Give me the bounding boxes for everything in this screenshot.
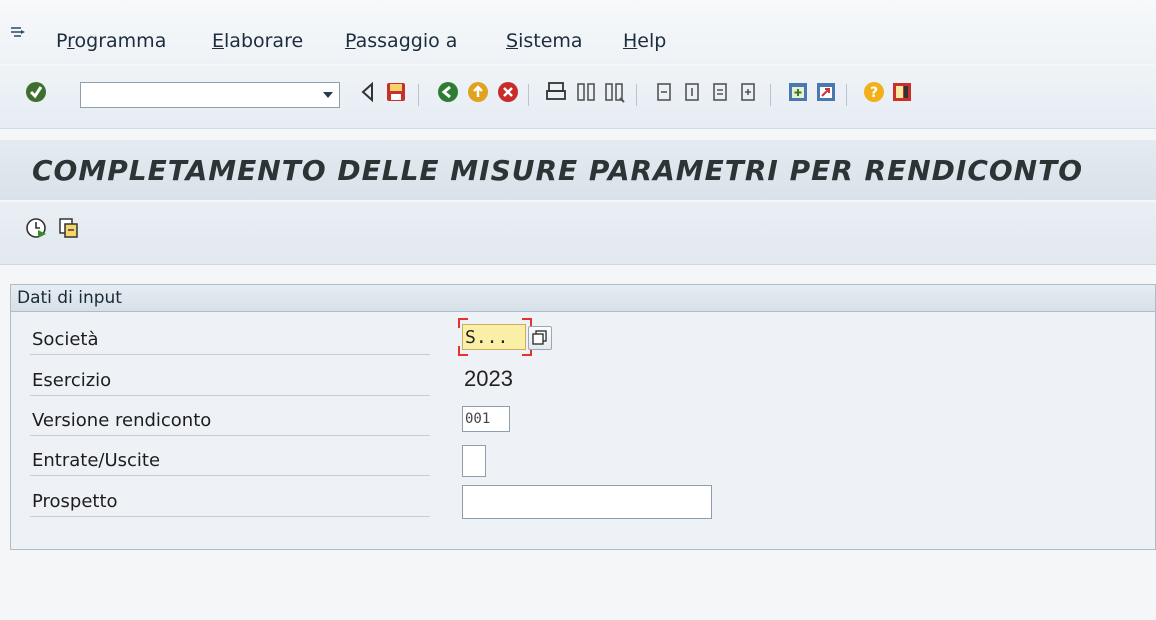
menu-passaggio-a[interactable]: Passaggio a [345,30,457,52]
toolbar-separator [418,84,419,106]
print-icon[interactable] [544,80,568,104]
label-prospetto: Prospetto [30,487,430,517]
menu-bar: Programma Elaborare Passaggio a Sistema … [0,0,1156,64]
group-header: Dati di input [11,285,1155,312]
page-title: COMPLETAMENTO DELLE MISURE PARAMETRI PER… [32,154,1084,187]
menu-help-label: Help [623,30,667,52]
menu-programma-label: Programma [56,30,167,52]
focus-corner [458,346,468,356]
label-entrate-uscite: Entrate/Uscite [30,446,430,476]
esercizio-field[interactable] [462,366,528,392]
menu-sistema[interactable]: Sistema [506,30,583,52]
find-icon[interactable] [574,80,598,104]
menu-help[interactable]: Help [623,30,666,52]
title-bar: COMPLETAMENTO DELLE MISURE PARAMETRI PER… [0,140,1156,200]
next-page-icon[interactable] [708,80,732,104]
back-triangle-icon[interactable] [356,80,380,104]
first-page-icon[interactable] [652,80,676,104]
help-icon[interactable]: ? [862,80,886,104]
create-session-icon[interactable] [786,80,810,104]
svg-text:?: ? [870,85,878,101]
command-field[interactable] [80,82,340,108]
cancel-icon[interactable] [496,80,520,104]
get-variant-icon[interactable] [56,216,80,240]
last-page-icon[interactable] [736,80,760,104]
toolbar-separator [636,84,637,106]
standard-toolbar: ? [0,66,1156,129]
entrate-uscite-field[interactable] [462,445,486,477]
societa-input[interactable] [463,325,525,349]
label-versione-rendiconto: Versione rendiconto [30,406,430,436]
application-toolbar [0,202,1156,265]
menu-elaborare[interactable]: Elaborare [212,30,303,52]
focus-corner [458,318,468,328]
label-esercizio: Esercizio [30,366,430,396]
menu-elaborare-label: Elaborare [212,30,304,52]
prospetto-input[interactable] [463,486,711,518]
toolbar-separator [846,84,847,106]
customize-layout-icon[interactable] [890,80,914,104]
versione-rendiconto-field[interactable] [462,406,510,432]
menu-sistema-label: Sistema [506,30,583,52]
multiple-selection-button[interactable] [528,326,552,350]
prospetto-field[interactable] [462,485,712,519]
find-next-icon[interactable] [602,80,626,104]
multiple-selection-icon [532,330,547,345]
entrate-uscite-input[interactable] [463,446,485,476]
generate-shortcut-icon[interactable] [814,80,838,104]
exit-icon[interactable] [466,80,490,104]
menu-passaggio-label: Passaggio a [345,30,458,52]
toolbar-separator [528,84,529,106]
versione-rendiconto-input[interactable] [463,407,509,431]
back-icon[interactable] [436,80,460,104]
esercizio-input[interactable] [462,366,528,392]
chevron-down-icon[interactable] [323,92,333,98]
menu-programma[interactable]: Programma [56,30,166,52]
toolbar-separator [770,84,771,106]
menu-toggle-icon[interactable] [10,26,26,40]
societa-field[interactable] [462,324,526,350]
label-societa: Società [30,325,430,355]
group-title: Dati di input [17,288,122,308]
enter-icon[interactable] [24,80,48,104]
save-icon[interactable] [384,80,408,104]
command-input[interactable] [83,85,307,107]
previous-page-icon[interactable] [680,80,704,104]
execute-icon[interactable] [24,216,48,240]
